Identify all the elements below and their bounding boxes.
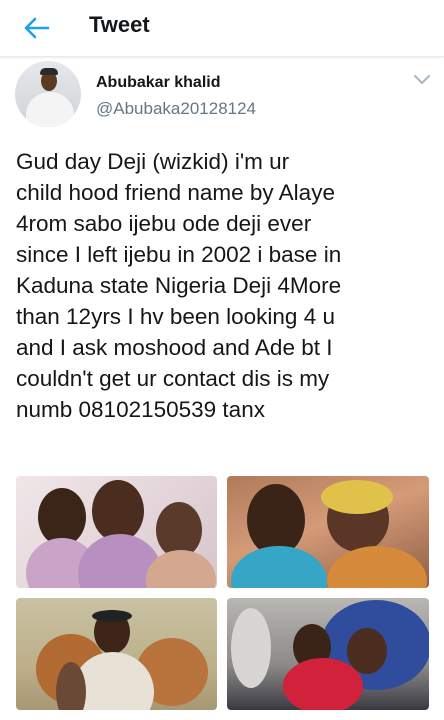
- author-handle[interactable]: @Abubaka20128124: [96, 99, 256, 119]
- back-button[interactable]: [18, 10, 54, 46]
- tweet-photo[interactable]: [16, 476, 217, 588]
- tweet-photo[interactable]: [227, 476, 429, 588]
- top-bar: Tweet: [0, 0, 444, 57]
- chevron-down-icon[interactable]: [412, 73, 432, 87]
- tweet-photo[interactable]: [227, 598, 429, 710]
- tweet-text: Gud day Deji (wizkid) i'm ur child hood …: [16, 149, 342, 422]
- page-title: Tweet: [89, 12, 150, 37]
- tweet-author: Abubakar khalid @Abubaka20128124: [0, 57, 444, 137]
- avatar[interactable]: [15, 61, 81, 127]
- author-name[interactable]: Abubakar khalid: [96, 74, 220, 92]
- back-arrow-icon: [24, 17, 50, 39]
- tweet-photo[interactable]: [16, 598, 217, 710]
